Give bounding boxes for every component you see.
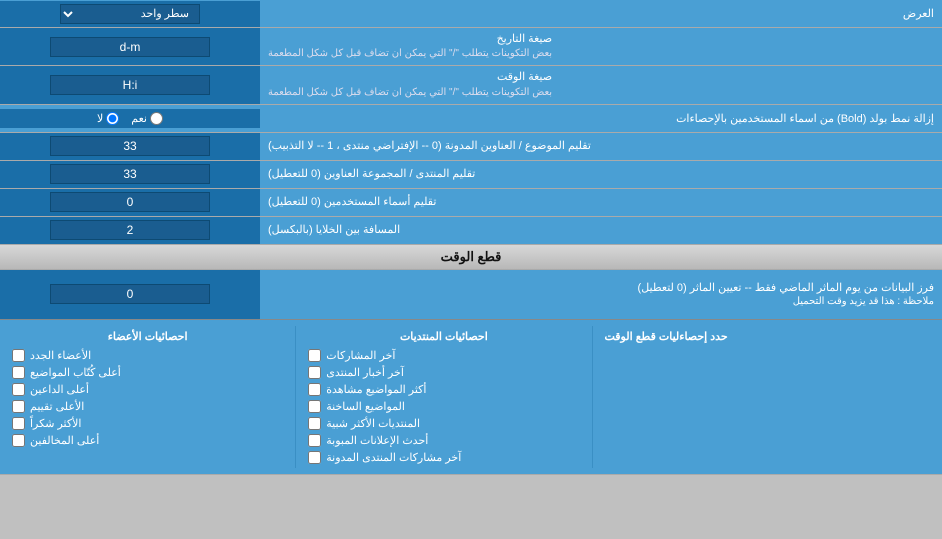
checkbox-classifieds-input[interactable] [308, 434, 321, 447]
checkbox-new-members: الأعضاء الجدد [12, 349, 283, 362]
checkbox-last-posts-input[interactable] [308, 349, 321, 362]
checkbox-top-violators-input[interactable] [12, 434, 25, 447]
cell-spacing-input-wrapper: 2 [0, 217, 260, 244]
checkbox-most-viewed-input[interactable] [308, 383, 321, 396]
topic-address-label: تقليم الموضوع / العناوين المدونة (0 -- ا… [260, 133, 942, 160]
time-format-input-wrapper: H:i [0, 66, 260, 103]
member-stats-header: احصائيات الأعضاء [12, 330, 283, 343]
forum-address-input[interactable]: 33 [50, 164, 210, 184]
username-trim-input-wrapper: 0 [0, 189, 260, 216]
display-row: العرض سطر واحد سطرين ثلاثة أسطر [0, 0, 942, 28]
checkbox-top-posters-input[interactable] [12, 366, 25, 379]
display-select[interactable]: سطر واحد سطرين ثلاثة أسطر [60, 4, 200, 24]
topic-address-input[interactable]: 33 [50, 136, 210, 156]
topic-address-input-wrapper: 33 [0, 133, 260, 160]
checkbox-top-violators: أعلى المخالفين [12, 434, 283, 447]
checkbox-most-thanks: الأكثر شكراً [12, 417, 283, 430]
bold-yes-option[interactable]: نعم [131, 112, 163, 125]
cutoff-filter-input[interactable]: 0 [50, 284, 210, 304]
cell-spacing-input[interactable]: 2 [50, 220, 210, 240]
username-trim-input[interactable]: 0 [50, 192, 210, 212]
checkbox-new-members-input[interactable] [12, 349, 25, 362]
checkbox-top-rated: الأعلى تقييم [12, 400, 283, 413]
bold-no-option[interactable]: لا [97, 112, 119, 125]
forum-stats-header: احصائيات المنتديات [308, 330, 579, 343]
checkbox-top-inviters: أعلى الداعين [12, 383, 283, 396]
forum-address-label: تقليم المنتدى / المجموعة العناوين (0 للت… [260, 161, 942, 188]
checkbox-forum-blog-posts: آخر مشاركات المنتدى المدونة [308, 451, 579, 464]
forum-stats-col: احصائيات المنتديات آخر المشاركات آخر أخب… [296, 326, 591, 468]
cutoff-filter-input-wrapper: 0 [0, 270, 260, 319]
checkbox-last-posts: آخر المشاركات [308, 349, 579, 362]
checkbox-hot-topics-input[interactable] [308, 400, 321, 413]
member-stats-col: احصائيات الأعضاء الأعضاء الجدد أعلى كُتّ… [0, 326, 295, 468]
checkbox-forum-news: آخر أخبار المنتدى [308, 366, 579, 379]
bold-yes-radio[interactable] [150, 112, 163, 125]
cutoff-filter-row: فرز البيانات من يوم الماثر الماضي فقط --… [0, 270, 942, 320]
cell-spacing-label: المسافة بين الخلايا (بالبكسل) [260, 217, 942, 244]
date-format-input-wrapper: d-m [0, 28, 260, 65]
time-format-row: صيغة الوقت بعض التكوينات يتطلب "/" التي … [0, 66, 942, 104]
checkbox-top-rated-input[interactable] [12, 400, 25, 413]
checkboxes-area: حدد إحصاءليات قطع الوقت احصائيات المنتدي… [0, 320, 942, 475]
username-trim-label: تقليم أسماء المستخدمين (0 للتعطيل) [260, 189, 942, 216]
bold-no-radio[interactable] [106, 112, 119, 125]
checkbox-forum-blog-posts-input[interactable] [308, 451, 321, 464]
bold-remove-row: إزالة نمط بولد (Bold) من اسماء المستخدمي… [0, 105, 942, 133]
checkbox-forum-news-input[interactable] [308, 366, 321, 379]
checkbox-most-viewed: أكثر المواضيع مشاهدة [308, 383, 579, 396]
username-trim-row: تقليم أسماء المستخدمين (0 للتعطيل) 0 [0, 189, 942, 217]
checkbox-hot-topics: المواضيع الساخنة [308, 400, 579, 413]
checkbox-similar-forums-input[interactable] [308, 417, 321, 430]
checkbox-most-thanks-input[interactable] [12, 417, 25, 430]
checkbox-classifieds: أحدث الإعلانات المبوبة [308, 434, 579, 447]
cutoff-section-header: قطع الوقت [0, 245, 942, 270]
date-format-row: صيغة التاريخ بعض التكوينات يتطلب "/" الت… [0, 28, 942, 66]
forum-address-input-wrapper: 33 [0, 161, 260, 188]
bold-remove-label: إزالة نمط بولد (Bold) من اسماء المستخدمي… [260, 108, 942, 129]
display-select-wrapper: سطر واحد سطرين ثلاثة أسطر [0, 1, 260, 27]
display-label: العرض [260, 3, 942, 24]
forum-address-row: تقليم المنتدى / المجموعة العناوين (0 للت… [0, 161, 942, 189]
bold-remove-options: نعم لا [0, 109, 260, 128]
date-format-label: صيغة التاريخ بعض التكوينات يتطلب "/" الت… [260, 28, 942, 65]
limit-label-col: حدد إحصاءليات قطع الوقت [593, 326, 942, 468]
time-format-label: صيغة الوقت بعض التكوينات يتطلب "/" التي … [260, 66, 942, 103]
date-format-input[interactable]: d-m [50, 37, 210, 57]
checkbox-similar-forums: المنتديات الأكثر شبية [308, 417, 579, 430]
checkbox-top-posters: أعلى كُتّاب المواضيع [12, 366, 283, 379]
limit-label: حدد إحصاءليات قطع الوقت [605, 330, 728, 343]
time-format-input[interactable]: H:i [50, 75, 210, 95]
topic-address-row: تقليم الموضوع / العناوين المدونة (0 -- ا… [0, 133, 942, 161]
cutoff-filter-label: فرز البيانات من يوم الماثر الماضي فقط --… [260, 275, 942, 313]
checkbox-top-inviters-input[interactable] [12, 383, 25, 396]
cell-spacing-row: المسافة بين الخلايا (بالبكسل) 2 [0, 217, 942, 245]
